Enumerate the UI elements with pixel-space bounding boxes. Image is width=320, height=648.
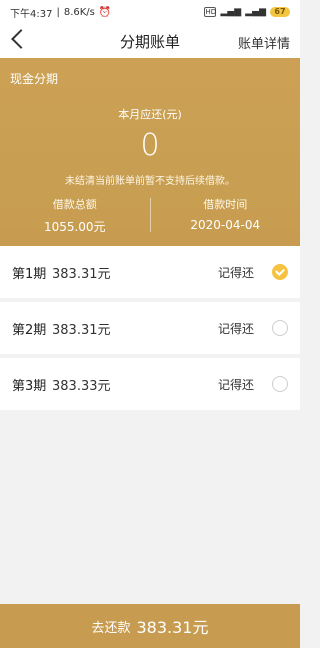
unchecked-radio-icon[interactable] bbox=[272, 320, 288, 336]
installment-list: 第1期 383.31元 记得还 第2期 383.31元 记得还 第3期 383.… bbox=[0, 246, 300, 414]
loan-note: 未结清当前账单前暂不支持后续借款。 bbox=[65, 176, 235, 187]
loan-time-value: 2020-04-04 bbox=[190, 218, 261, 232]
month-due-amount: 0 bbox=[140, 128, 160, 163]
installment-term: 第3期 bbox=[12, 378, 47, 394]
unchecked-radio-icon[interactable] bbox=[272, 376, 288, 392]
installment-row[interactable]: 第2期 383.31元 记得还 bbox=[0, 302, 300, 354]
installment-row[interactable]: 第3期 383.33元 记得还 bbox=[0, 358, 300, 410]
loan-total-label: 借款总额 bbox=[52, 198, 97, 211]
page-title: 分期账单 bbox=[119, 32, 180, 51]
status-left: 下午4:37 | 8.6K/s ⏰ bbox=[10, 5, 111, 20]
loan-total-value: 1055.00元 bbox=[43, 220, 106, 234]
status-time: 下午4:37 bbox=[10, 8, 53, 20]
status-bar: 下午4:37 | 8.6K/s ⏰ HD ▂▄▆ ▂▄▆ 67 bbox=[0, 0, 300, 24]
signal-icon-2: ▂▄▆ bbox=[245, 7, 266, 17]
signal-icon: ▂▄▆ bbox=[220, 7, 242, 17]
remind-label: 记得还 bbox=[217, 321, 254, 336]
repay-button[interactable]: 去还款 383.31元 bbox=[0, 604, 300, 648]
status-divider: | bbox=[56, 6, 60, 18]
status-network-speed: 8.6K/s bbox=[63, 6, 95, 18]
back-icon[interactable] bbox=[11, 29, 31, 49]
status-right: HD ▂▄▆ ▂▄▆ 67 bbox=[204, 7, 290, 17]
hd-icon: HD bbox=[204, 7, 217, 17]
nav-bar: 分期账单 账单详情 bbox=[0, 24, 300, 58]
battery-icon: 67 bbox=[270, 7, 290, 17]
loan-time-label: 借款时间 bbox=[203, 198, 248, 211]
repay-label: 去还款 bbox=[91, 620, 131, 636]
bill-details-link[interactable]: 账单详情 bbox=[238, 33, 290, 52]
loan-total: 借款总额 1055.00元 bbox=[0, 196, 150, 235]
installment-amount: 383.33元 bbox=[52, 378, 111, 394]
installment-amount: 383.31元 bbox=[52, 266, 111, 282]
loan-type-tag: 现金分期 bbox=[10, 72, 59, 86]
remind-label: 记得还 bbox=[217, 377, 254, 392]
summary-card: 现金分期 本月应还(元) 0 未结清当前账单前暂不支持后续借款。 借款总额 10… bbox=[0, 58, 300, 246]
remind-label: 记得还 bbox=[217, 265, 254, 280]
repay-amount: 383.31元 bbox=[136, 618, 209, 637]
installment-row[interactable]: 第1期 383.31元 记得还 bbox=[0, 246, 300, 298]
installment-term: 第2期 bbox=[12, 322, 47, 338]
month-due-label: 本月应还(元) bbox=[118, 108, 182, 121]
loan-info-row: 借款总额 1055.00元 借款时间 2020-04-04 bbox=[0, 196, 300, 235]
checked-radio-icon[interactable] bbox=[272, 264, 288, 280]
alarm-icon: ⏰ bbox=[98, 6, 112, 18]
loan-time: 借款时间 2020-04-04 bbox=[151, 196, 301, 235]
installment-amount: 383.31元 bbox=[52, 322, 111, 338]
installment-term: 第1期 bbox=[12, 266, 47, 282]
